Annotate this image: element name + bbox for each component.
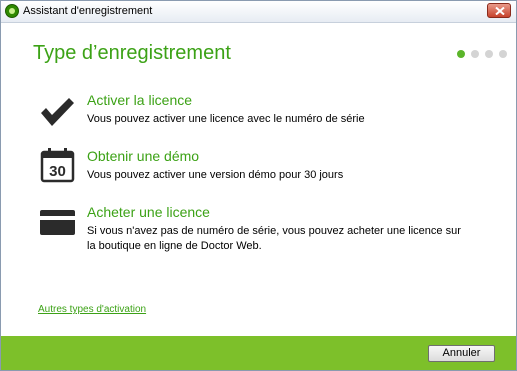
option-buy-license[interactable]: Acheter une licence Si vous n'avez pas d… [39, 204, 479, 254]
step-dot-3 [485, 50, 493, 58]
step-dot-1 [457, 50, 465, 58]
credit-card-icon [40, 210, 75, 235]
option-activate-license[interactable]: Activer la licence Vous pouvez activer u… [39, 92, 479, 132]
option-title[interactable]: Activer la licence [87, 92, 192, 108]
calendar-day-number: 30 [49, 163, 66, 180]
registration-wizard-window: Assistant d'enregistrement Type d’enregi… [0, 0, 517, 371]
option-title[interactable]: Obtenir une démo [87, 148, 199, 164]
close-button[interactable] [487, 3, 511, 18]
page-title: Type d’enregistrement [33, 42, 231, 64]
drweb-spider-icon [5, 4, 19, 18]
step-dot-2 [471, 50, 479, 58]
calendar-icon: 30 [40, 148, 75, 183]
title-bar: Assistant d'enregistrement [1, 1, 516, 23]
cancel-button[interactable]: Annuler [428, 345, 495, 362]
step-dot-4 [499, 50, 507, 58]
checkmark-icon [41, 98, 74, 126]
window-title: Assistant d'enregistrement [23, 5, 153, 17]
close-icon [495, 7, 505, 15]
other-activation-types-link[interactable]: Autres types d'activation [38, 304, 146, 315]
option-description: Si vous n'avez pas de numéro de série, v… [87, 225, 461, 252]
option-get-demo[interactable]: 30 Obtenir une démo Vous pouvez activer … [39, 148, 479, 188]
option-title[interactable]: Acheter une licence [87, 204, 210, 220]
option-description: Vous pouvez activer une licence avec le … [87, 113, 365, 125]
option-description: Vous pouvez activer une version démo pou… [87, 169, 344, 181]
